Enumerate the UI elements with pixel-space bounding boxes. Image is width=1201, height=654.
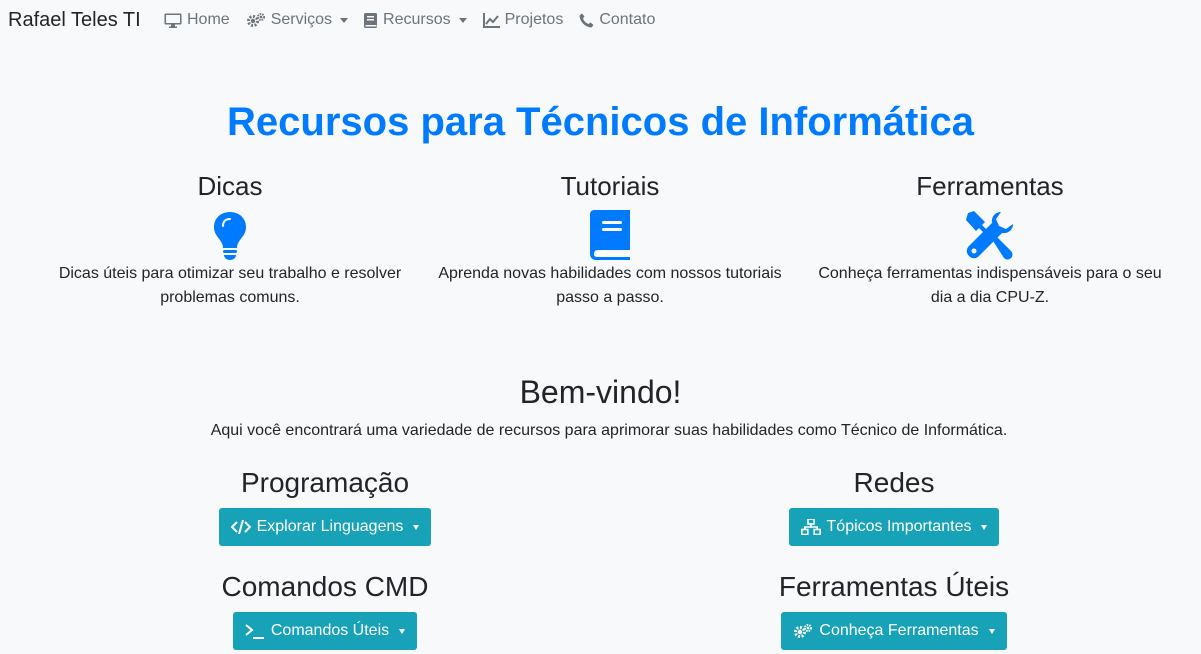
topicos-importantes-button[interactable]: Tópicos Importantes (788, 508, 1000, 546)
feature-title: Ferramentas (916, 171, 1064, 201)
section-title: Programação (240, 467, 410, 498)
nav-item-servicos[interactable]: Serviços (246, 11, 349, 29)
chevron-down-icon (458, 17, 467, 23)
line-chart-icon (482, 12, 500, 28)
book-icon (590, 210, 630, 260)
section-title: Comandos CMD (221, 571, 429, 602)
feature-dicas: Dicas Dicas úteis para otimizar seu trab… (40, 170, 420, 310)
book-icon (364, 12, 378, 28)
section-title: Ferramentas Úteis (778, 571, 1010, 602)
navbar: Rafael Teles TI Home Serviços Recursos P… (0, 0, 1201, 44)
nav-item-contato[interactable]: Contato (579, 11, 655, 29)
section-programacao: Programação Explorar Linguagens (25, 466, 625, 546)
chevron-down-icon (988, 628, 995, 634)
section-redes: Redes Tópicos Importantes (594, 466, 1194, 546)
phone-icon (579, 13, 594, 27)
network-icon (800, 519, 821, 535)
button-label: Conheça Ferramentas (819, 622, 979, 639)
nav-menu: Home Serviços Recursos Projetos Contato (164, 11, 671, 29)
chevron-down-icon (399, 628, 406, 634)
feature-title: Dicas (197, 171, 263, 201)
page-title: Recursos para Técnicos de Informática (227, 100, 974, 144)
desktop-icon (164, 13, 182, 28)
feature-ferramentas: Ferramentas Conheça ferramentas indispen… (800, 170, 1180, 310)
button-label: Tópicos Importantes (826, 518, 972, 535)
nav-item-recursos[interactable]: Recursos (364, 11, 467, 29)
feature-text: Aprenda novas habilidades com nossos tut… (438, 265, 782, 306)
nav-label-servicos: Serviços (270, 11, 333, 28)
chevron-down-icon (413, 524, 420, 530)
gears-icon (246, 12, 265, 27)
nav-label-projetos: Projetos (504, 11, 564, 28)
comandos-uteis-button[interactable]: Comandos Úteis (232, 612, 418, 650)
nav-label-contato: Contato (599, 11, 656, 28)
section-title: Redes (853, 467, 935, 498)
section-comandos-cmd: Comandos CMD Comandos Úteis (25, 570, 625, 650)
feature-title: Tutoriais (560, 171, 660, 201)
terminal-icon (245, 624, 264, 639)
nav-item-projetos[interactable]: Projetos (482, 11, 564, 29)
welcome-title: Bem-vindo! (519, 374, 682, 410)
button-label: Comandos Úteis (270, 622, 390, 639)
tools-icon (966, 211, 1013, 260)
feature-tutoriais: Tutoriais Aprenda novas habilidades com … (420, 170, 800, 310)
conheca-ferramentas-button[interactable]: Conheça Ferramentas (781, 612, 1007, 650)
lightbulb-icon (214, 212, 246, 260)
chevron-down-icon (340, 17, 349, 23)
nav-label-home: Home (187, 11, 230, 28)
nav-item-home[interactable]: Home (164, 11, 230, 29)
feature-text: Conheça ferramentas indispensáveis para … (818, 265, 1162, 306)
code-icon (230, 520, 251, 534)
feature-text: Dicas úteis para otimizar seu trabalho e… (58, 265, 402, 306)
section-ferramentas-uteis: Ferramentas Úteis Conheça Ferramentas (594, 570, 1194, 650)
brand-link[interactable]: Rafael Teles TI (8, 9, 141, 32)
button-label: Explorar Linguagens (256, 518, 404, 535)
nav-label-recursos: Recursos (383, 11, 451, 28)
gears-icon (794, 623, 813, 638)
explorar-linguagens-button[interactable]: Explorar Linguagens (218, 508, 432, 546)
chevron-down-icon (981, 524, 988, 530)
welcome-text: Aqui você encontrará uma variedade de re… (210, 422, 1008, 439)
